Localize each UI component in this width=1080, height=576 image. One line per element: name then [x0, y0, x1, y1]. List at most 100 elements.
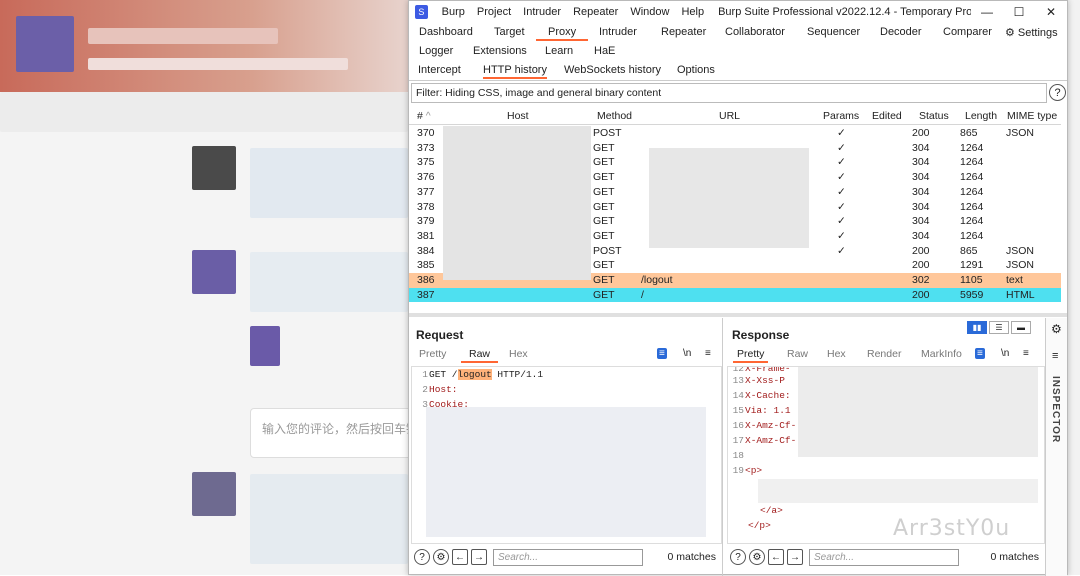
pane-splitter[interactable]	[409, 313, 1067, 317]
tab-learn[interactable]: Learn	[545, 45, 573, 57]
response-tab-render[interactable]: Render	[867, 348, 901, 360]
response-tab-raw[interactable]: Raw	[787, 348, 808, 360]
line-number: 18	[732, 450, 744, 461]
cell-method: GET	[593, 200, 615, 213]
list-icon[interactable]: ≡	[1052, 350, 1058, 362]
gear-icon[interactable]: ⚙	[749, 549, 765, 565]
tab-intercept[interactable]: Intercept	[418, 64, 461, 76]
back-icon[interactable]: ←	[452, 549, 468, 565]
tab-websockets-history[interactable]: WebSockets history	[564, 64, 661, 76]
column-header-host[interactable]: Host	[507, 110, 529, 122]
tab-logger[interactable]: Logger	[419, 45, 453, 57]
request-editor[interactable]: 1 GET /logout HTTP/1.1 2 Host: 3 Cookie:	[411, 366, 722, 544]
cell-length: 5959	[960, 288, 984, 301]
response-tab-hex[interactable]: Hex	[827, 348, 846, 360]
cell-method: GET	[593, 171, 615, 184]
cell-params: ✓	[837, 156, 846, 169]
response-line: X-Amz-Cf-	[745, 435, 797, 446]
tab-sequencer[interactable]: Sequencer	[807, 26, 860, 38]
menu-burp[interactable]: Burp	[436, 6, 471, 18]
tab-extensions[interactable]: Extensions	[473, 45, 527, 57]
wrap-icon[interactable]: ≡	[975, 348, 985, 359]
table-header: # ^ Host Method URL Params Edited Status…	[409, 108, 1061, 125]
response-search-input[interactable]: Search...	[809, 548, 959, 566]
request-search-input[interactable]: Search...	[493, 548, 643, 566]
main-tabs-row-1: Dashboard Target Proxy Intruder Repeater…	[409, 23, 1067, 43]
line-number: 13	[732, 375, 744, 386]
window-title: Burp Suite Professional v2022.12.4 - Tem…	[718, 6, 971, 18]
tab-dashboard[interactable]: Dashboard	[419, 26, 473, 38]
request-matches: 0 matches	[667, 551, 716, 563]
tab-repeater[interactable]: Repeater	[661, 26, 706, 38]
tab-hae[interactable]: HaE	[594, 45, 615, 57]
window-controls: — ☐ ✕	[971, 5, 1067, 19]
tab-options[interactable]: Options	[677, 64, 715, 76]
cell-status: 200	[912, 244, 930, 257]
forward-icon[interactable]: →	[787, 549, 803, 565]
response-tab-markinfo[interactable]: MarkInfo	[921, 348, 962, 360]
table-row[interactable]: 387 GET / 200 5959 HTML	[409, 287, 1061, 303]
tab-intruder[interactable]: Intruder	[599, 26, 637, 38]
line-number: 15	[732, 405, 744, 416]
cell-length: 1264	[960, 215, 984, 228]
column-header-method[interactable]: Method	[597, 110, 632, 122]
column-header-id[interactable]: # ^	[417, 110, 431, 122]
menu-icon[interactable]: ≡	[705, 348, 711, 359]
background-avatar-5	[192, 472, 236, 516]
newline-toggle[interactable]: \n	[683, 348, 691, 359]
inspector-label[interactable]: INSPECTOR	[1050, 376, 1061, 443]
menu-project[interactable]: Project	[471, 6, 517, 18]
cell-status: 304	[912, 200, 930, 213]
tab-comparer[interactable]: Comparer	[943, 26, 992, 38]
minimize-button[interactable]: —	[971, 5, 1003, 19]
menu-intruder[interactable]: Intruder	[517, 6, 567, 18]
layout-stacked-icon[interactable]: ☰	[989, 321, 1009, 334]
close-button[interactable]: ✕	[1035, 5, 1067, 19]
response-title: Response	[732, 328, 790, 342]
gear-icon[interactable]: ⚙	[1051, 322, 1062, 336]
request-tab-hex[interactable]: Hex	[509, 348, 528, 360]
background-avatar-4	[250, 326, 280, 366]
menu-icon[interactable]: ≡	[1023, 348, 1029, 359]
tab-http-history[interactable]: HTTP history	[483, 64, 547, 79]
column-header-edited[interactable]: Edited	[872, 110, 902, 122]
back-icon[interactable]: ←	[768, 549, 784, 565]
menu-help[interactable]: Help	[675, 6, 710, 18]
column-header-length[interactable]: Length	[965, 110, 997, 122]
gear-icon[interactable]: ⚙	[433, 549, 449, 565]
maximize-button[interactable]: ☐	[1003, 5, 1035, 19]
column-header-status[interactable]: Status	[919, 110, 949, 122]
column-header-params[interactable]: Params	[823, 110, 859, 122]
burp-logo-icon: S	[415, 5, 428, 19]
cell-method: GET	[593, 156, 615, 169]
cell-mime: text	[1006, 274, 1023, 286]
newline-toggle[interactable]: \n	[1001, 348, 1009, 359]
menu-repeater[interactable]: Repeater	[567, 6, 624, 18]
request-tab-pretty[interactable]: Pretty	[419, 348, 446, 360]
request-search-bar: ? ⚙ ← → Search... 0 matches	[411, 546, 722, 568]
filter-bar[interactable]: Filter: Hiding CSS, image and general bi…	[411, 83, 1047, 103]
tab-settings[interactable]: ⚙ Settings	[1005, 26, 1058, 39]
column-header-url[interactable]: URL	[719, 110, 740, 122]
request-tab-raw[interactable]: Raw	[461, 348, 499, 363]
help-icon[interactable]: ?	[1049, 84, 1066, 101]
column-header-mime[interactable]: MIME type	[1007, 110, 1057, 122]
cell-id: 379	[417, 215, 435, 228]
forward-icon[interactable]: →	[471, 549, 487, 565]
menu-window[interactable]: Window	[624, 6, 675, 18]
background-text-blur	[250, 148, 408, 218]
help-icon[interactable]: ?	[730, 549, 746, 565]
help-icon[interactable]: ?	[414, 549, 430, 565]
cell-status: 304	[912, 156, 930, 169]
wrap-icon[interactable]: ≡	[657, 348, 667, 359]
tab-decoder[interactable]: Decoder	[880, 26, 922, 38]
cell-length: 1264	[960, 185, 984, 198]
tab-collaborator[interactable]: Collaborator	[725, 26, 785, 38]
watermark: Arr3stY0u	[893, 516, 1011, 541]
tab-target[interactable]: Target	[494, 26, 525, 38]
layout-tabs-icon[interactable]: ▬	[1011, 321, 1031, 334]
layout-side-by-side-icon[interactable]: ▮▮	[967, 321, 987, 334]
background-shade	[0, 92, 408, 132]
tab-proxy[interactable]: Proxy	[536, 26, 589, 41]
response-tab-pretty[interactable]: Pretty	[733, 348, 769, 363]
